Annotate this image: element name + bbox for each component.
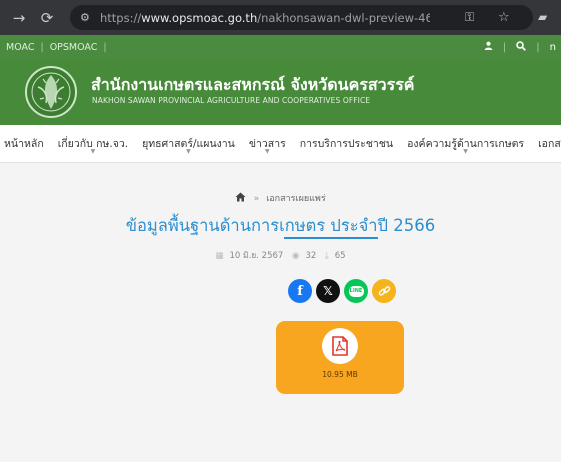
post-date: 10 มิ.ย. 2567 xyxy=(229,251,284,261)
menu-item-home[interactable]: หน้าหลัก xyxy=(0,125,51,162)
top-link-truncated[interactable]: n xyxy=(545,42,561,53)
menu-item-knowledge[interactable]: องค์ความรู้ด้านการเกษตร ▼ xyxy=(400,125,531,162)
main-menu: หน้าหลัก เกี่ยวกับ กษ.จว. ▼ ยุทธศาสตร์/แผ… xyxy=(0,125,561,163)
title-underline xyxy=(284,237,378,239)
breadcrumb-current[interactable]: เอกสารเผยแพร่ xyxy=(266,194,326,204)
link-opsmoac[interactable]: OPSMOAC xyxy=(44,42,104,53)
link-icon[interactable] xyxy=(372,279,396,303)
forward-icon[interactable]: → xyxy=(8,9,30,27)
search-icon[interactable] xyxy=(511,40,531,54)
download-file-button[interactable]: 10.95 MB xyxy=(276,321,404,394)
divider: | xyxy=(103,41,107,53)
breadcrumb: » เอกสารเผยแพร่ xyxy=(0,191,561,205)
site-title[interactable]: สำนักงานเกษตรและสหกรณ์ จังหวัดนครสวรรค์ xyxy=(91,73,415,98)
line-label: LINE xyxy=(348,285,364,297)
bookmark-star-icon[interactable]: ☆ xyxy=(498,10,510,25)
browser-toolbar: → ⟳ ⚙ https://www.opsmoac.go.th/nakhonsa… xyxy=(0,0,561,35)
divider: | xyxy=(502,41,507,53)
menu-item-label: หน้าหลัก xyxy=(4,138,44,150)
top-links-bar: MOAC | OPSMOAC | | | n xyxy=(0,35,561,59)
menu-item-label: การบริการประชาชน xyxy=(299,138,394,150)
post-meta: ▦ 10 มิ.ย. 2567 ◉ 32 ⤓ 65 xyxy=(0,248,561,262)
chevron-down-icon: ▼ xyxy=(186,147,191,155)
breadcrumb-separator: » xyxy=(253,194,260,204)
file-size: 10.95 MB xyxy=(322,370,358,379)
facebook-icon[interactable]: f xyxy=(288,279,312,303)
chevron-down-icon: ▼ xyxy=(463,147,468,155)
divider: | xyxy=(536,41,540,53)
url-text[interactable]: https://www.opsmoac.go.th/nakhonsawan-dw… xyxy=(100,11,430,25)
user-icon[interactable] xyxy=(479,41,498,53)
eye-icon: ◉ xyxy=(292,251,300,261)
reload-icon[interactable]: ⟳ xyxy=(36,9,58,27)
menu-item-about[interactable]: เกี่ยวกับ กษ.จว. ▼ xyxy=(51,125,135,162)
page-title: ข้อมูลพื้นฐานด้านการเกษตร ประจำปี 2566 xyxy=(125,216,436,235)
site-info-icon[interactable]: ⚙ xyxy=(80,11,96,24)
site-header: สำนักงานเกษตรและสหกรณ์ จังหวัดนครสวรรค์ … xyxy=(0,59,561,125)
menu-item-news[interactable]: ข่าวสาร ▼ xyxy=(242,125,293,162)
menu-item-services[interactable]: การบริการประชาชน xyxy=(293,125,400,162)
menu-item-strategy[interactable]: ยุทธศาสตร์/แผนงาน ▼ xyxy=(135,125,242,162)
x-icon[interactable]: 𝕏 xyxy=(316,279,340,303)
download-icon: ⤓ xyxy=(324,251,329,261)
extension-icon[interactable]: ▰ xyxy=(538,10,550,24)
password-key-icon[interactable]: ⚿ xyxy=(465,10,474,25)
menu-item-label: เอกสารดา xyxy=(538,138,561,150)
chevron-down-icon: ▼ xyxy=(90,147,96,155)
share-buttons: f 𝕏 LINE xyxy=(288,279,396,303)
pdf-icon xyxy=(322,328,358,364)
link-moac[interactable]: MOAC xyxy=(0,42,40,53)
address-bar[interactable]: ⚙ https://www.opsmoac.go.th/nakhonsawan-… xyxy=(70,5,533,30)
calendar-icon: ▦ xyxy=(215,251,224,261)
download-count: 65 xyxy=(334,251,346,261)
line-icon[interactable]: LINE xyxy=(344,279,368,303)
home-icon[interactable] xyxy=(235,191,250,204)
ministry-logo[interactable] xyxy=(24,65,78,119)
view-count: 32 xyxy=(305,251,317,261)
chevron-down-icon: ▼ xyxy=(264,147,270,155)
site-subtitle: NAKHON SAWAN PROVINCIAL AGRICULTURE AND … xyxy=(92,96,371,105)
menu-item-documents[interactable]: เอกสารดา xyxy=(531,125,561,162)
